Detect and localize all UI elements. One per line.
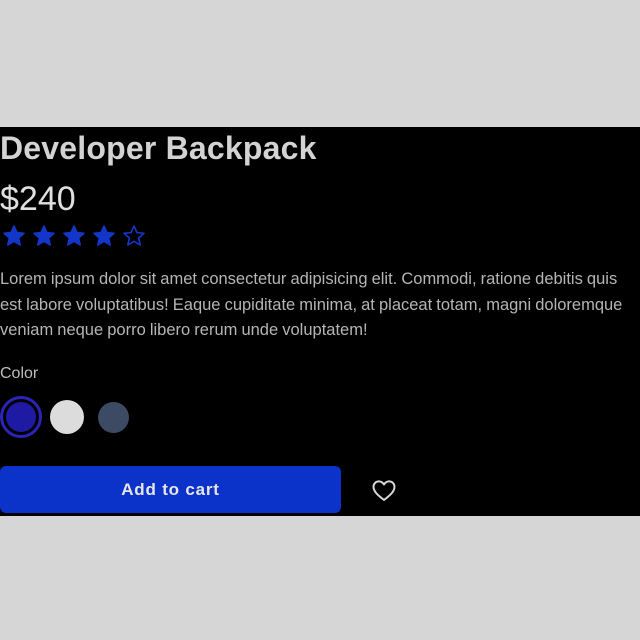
heart-icon bbox=[369, 476, 399, 504]
color-swatch-slate[interactable] bbox=[98, 401, 129, 433]
color-swatch-fill bbox=[6, 402, 36, 432]
product-title: Developer Backpack bbox=[0, 130, 317, 166]
star-filled-icon bbox=[92, 224, 116, 248]
product-description: Lorem ipsum dolor sit amet consectetur a… bbox=[0, 270, 623, 339]
add-to-cart-button[interactable]: Add to cart bbox=[0, 466, 341, 513]
color-swatch-light[interactable] bbox=[50, 400, 84, 434]
color-swatches bbox=[0, 396, 129, 438]
star-filled-icon bbox=[2, 224, 26, 248]
star-rating bbox=[2, 224, 152, 248]
favorite-button[interactable] bbox=[369, 476, 399, 504]
product-price: $240 bbox=[0, 180, 76, 218]
star-filled-icon bbox=[62, 224, 86, 248]
star-outline-icon bbox=[122, 224, 146, 248]
color-swatch-selected[interactable] bbox=[0, 396, 42, 438]
star-filled-icon bbox=[32, 224, 56, 248]
color-label: Color bbox=[0, 365, 39, 382]
